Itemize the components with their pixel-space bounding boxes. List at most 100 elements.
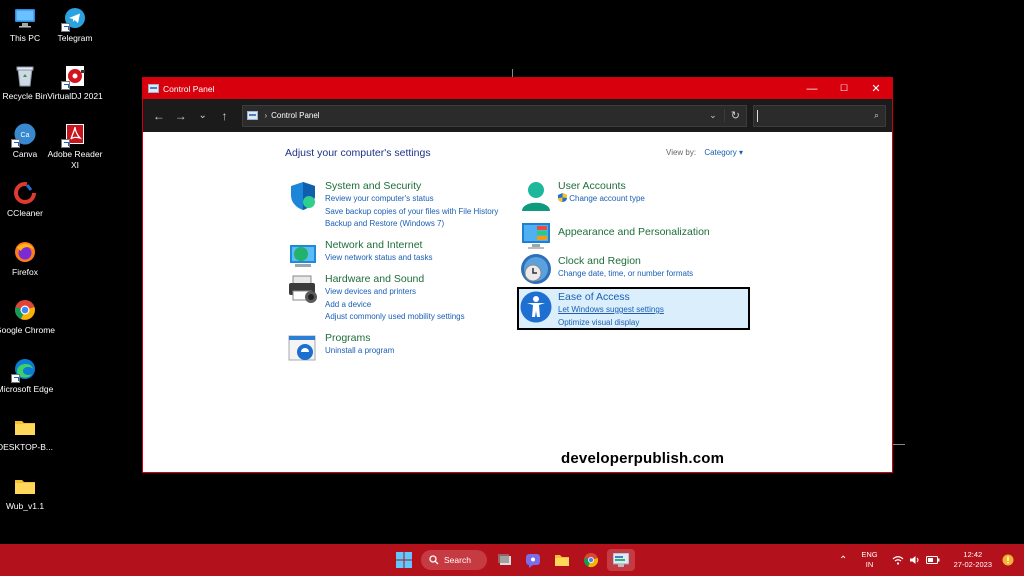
- task-view-icon: [498, 554, 511, 565]
- category-link[interactable]: Review your computer's status: [325, 193, 525, 206]
- network-globe-icon[interactable]: [287, 239, 319, 271]
- desktop-icon-google-chrome[interactable]: Google Chrome: [0, 298, 56, 336]
- firefox-icon: [13, 240, 37, 264]
- taskbar-search-label: Search: [444, 555, 471, 565]
- clock-globe-icon[interactable]: [520, 253, 552, 285]
- file-explorer-button[interactable]: [553, 549, 571, 571]
- category-link[interactable]: Adjust commonly used mobility settings: [325, 311, 525, 324]
- desktop-icon-label: Google Chrome: [0, 325, 56, 335]
- desktop-icon-label: DESKTOP-B...: [0, 442, 54, 452]
- text-caret: [756, 109, 758, 122]
- category-link[interactable]: Optimize visual display: [558, 317, 758, 330]
- windows-logo-icon: [396, 552, 412, 568]
- desktop-icon-microsoft-edge[interactable]: Microsoft Edge: [0, 357, 53, 395]
- desktop-icon-virtualdj[interactable]: VirtualDJ 2021: [47, 64, 103, 102]
- close-button[interactable]: ✕: [860, 78, 892, 99]
- category-link[interactable]: Add a device: [325, 299, 525, 312]
- desktop-icon-label: Microsoft Edge: [0, 384, 54, 394]
- category-link[interactable]: Uninstall a program: [325, 345, 525, 358]
- desktop-divider: [512, 69, 513, 77]
- control-panel-taskbar-button[interactable]: [607, 549, 635, 571]
- category-link[interactable]: View network status and tasks: [325, 252, 525, 265]
- desktop-icon-firefox[interactable]: Firefox: [0, 240, 53, 278]
- desktop-icon-telegram[interactable]: Telegram: [47, 6, 103, 44]
- view-by-dropdown[interactable]: Category ▾: [704, 148, 743, 157]
- task-view-button[interactable]: [496, 549, 514, 571]
- watermark-text: developerpublish.com: [561, 450, 725, 467]
- category-link[interactable]: Change account type: [558, 193, 758, 206]
- category-link[interactable]: Change date, time, or number formats: [558, 268, 758, 281]
- breadcrumb-separator: ›: [264, 111, 268, 120]
- shortcut-arrow-icon: [11, 374, 20, 383]
- desktop-icon-folder-wub[interactable]: Wub_v1.1: [0, 474, 53, 512]
- view-by-label: View by:: [666, 148, 697, 157]
- taskbar-search[interactable]: Search: [421, 550, 487, 570]
- desktop: This PC Telegram Recycle Bin VirtualDJ 2…: [0, 0, 1024, 576]
- category-text: System and Security Review your computer…: [325, 180, 525, 231]
- category-link[interactable]: View devices and printers: [325, 286, 525, 299]
- recycle-bin-icon: [13, 64, 37, 88]
- category-text: Hardware and Sound View devices and prin…: [325, 273, 525, 324]
- folder-icon: [555, 555, 569, 566]
- clock[interactable]: 12:42 27-02-2023: [954, 550, 992, 570]
- printer-icon[interactable]: [287, 273, 319, 305]
- search-icon: ⌕: [873, 110, 879, 120]
- category-title[interactable]: Appearance and Personalization: [558, 226, 758, 239]
- wifi-icon[interactable]: [892, 555, 904, 565]
- control-panel-icon: [148, 84, 159, 93]
- category-title[interactable]: Ease of Access: [558, 291, 758, 304]
- chrome-taskbar-button[interactable]: [582, 549, 600, 571]
- svg-text:Ca: Ca: [21, 132, 30, 139]
- chrome-icon: [583, 553, 599, 568]
- maximize-button[interactable]: ☐: [828, 78, 860, 99]
- battery-icon[interactable]: [925, 555, 940, 565]
- desktop-icon-ccleaner[interactable]: CCleaner: [0, 181, 53, 219]
- category-text: Clock and Region Change date, time, or n…: [558, 253, 758, 281]
- refresh-button[interactable]: ↻: [723, 109, 746, 122]
- programs-icon[interactable]: [287, 332, 319, 364]
- category-title[interactable]: User Accounts: [558, 180, 758, 193]
- volume-icon[interactable]: [909, 555, 921, 565]
- desktop-icon-label: Wub_v1.1: [5, 501, 45, 511]
- desktop-icon-label: Adobe Reader XI: [47, 149, 103, 170]
- category-title[interactable]: System and Security: [325, 180, 525, 193]
- category-title[interactable]: Hardware and Sound: [325, 273, 525, 286]
- virtualdj-icon: [61, 64, 87, 90]
- category-title[interactable]: Programs: [325, 332, 525, 345]
- adobe-reader-icon: [61, 122, 87, 148]
- search-input[interactable]: ⌕: [752, 104, 886, 127]
- category-link[interactable]: Backup and Restore (Windows 7): [325, 218, 525, 231]
- user-icon[interactable]: [520, 180, 552, 212]
- address-dropdown-button[interactable]: ⌄: [702, 110, 724, 121]
- breadcrumb-control-panel[interactable]: Control Panel: [271, 111, 319, 120]
- telegram-icon: [61, 6, 87, 32]
- minimize-button[interactable]: —: [796, 78, 828, 99]
- shield-icon[interactable]: [287, 180, 319, 212]
- category-link[interactable]: Save backup copies of your files with Fi…: [325, 206, 525, 219]
- desktop-icon-adobe-reader[interactable]: Adobe Reader XI: [47, 122, 103, 171]
- show-hidden-icons-button[interactable]: ⌃: [839, 555, 847, 566]
- category-text: Appearance and Personalization: [558, 220, 758, 239]
- folder-icon: [13, 415, 37, 439]
- desktop-icon-folder-desktop[interactable]: DESKTOP-B...: [0, 415, 53, 453]
- language-indicator[interactable]: ENG IN: [861, 550, 877, 570]
- back-button[interactable]: ←: [149, 106, 169, 126]
- recent-locations-button[interactable]: ⌄: [193, 106, 213, 126]
- control-panel-content: Adjust your computer's settings View by:…: [143, 132, 892, 472]
- address-bar[interactable]: › Control Panel ⌄ ↻: [242, 104, 747, 127]
- language-code: ENG: [861, 550, 878, 559]
- category-title[interactable]: Network and Internet: [325, 239, 525, 252]
- forward-button[interactable]: →: [171, 106, 191, 126]
- category-link[interactable]: Let Windows suggest settings: [558, 304, 758, 317]
- title-bar[interactable]: Control Panel — ☐ ✕: [143, 78, 892, 99]
- control-panel-window: Control Panel — ☐ ✕ ← → ⌄ ↑ › Control Pa…: [142, 77, 893, 473]
- teams-chat-button[interactable]: [524, 549, 542, 571]
- up-button[interactable]: ↑: [215, 106, 235, 126]
- category-title[interactable]: Clock and Region: [558, 255, 758, 268]
- monitor-icon: [13, 6, 37, 30]
- notification-icon[interactable]: [1002, 554, 1014, 566]
- accessibility-icon[interactable]: [520, 291, 552, 323]
- start-button[interactable]: [394, 549, 414, 571]
- page-title: Adjust your computer's settings: [285, 147, 431, 159]
- personalization-icon[interactable]: [520, 220, 552, 252]
